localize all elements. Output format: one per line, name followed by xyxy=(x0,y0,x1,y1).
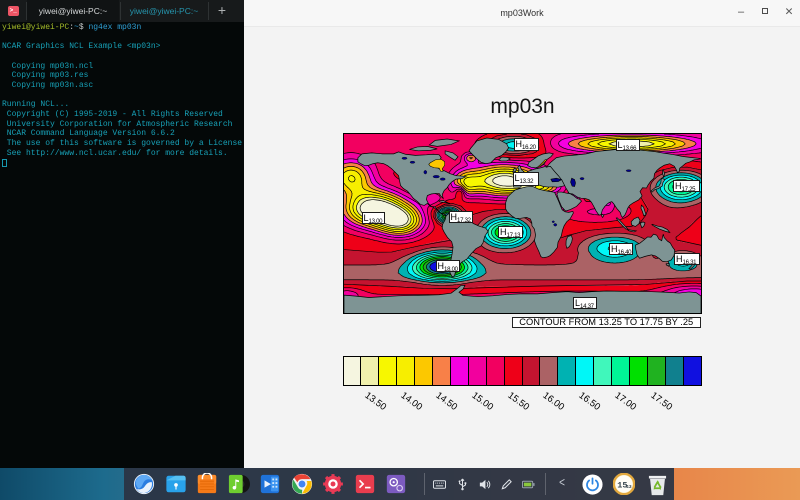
svg-text:43: 43 xyxy=(626,484,632,490)
